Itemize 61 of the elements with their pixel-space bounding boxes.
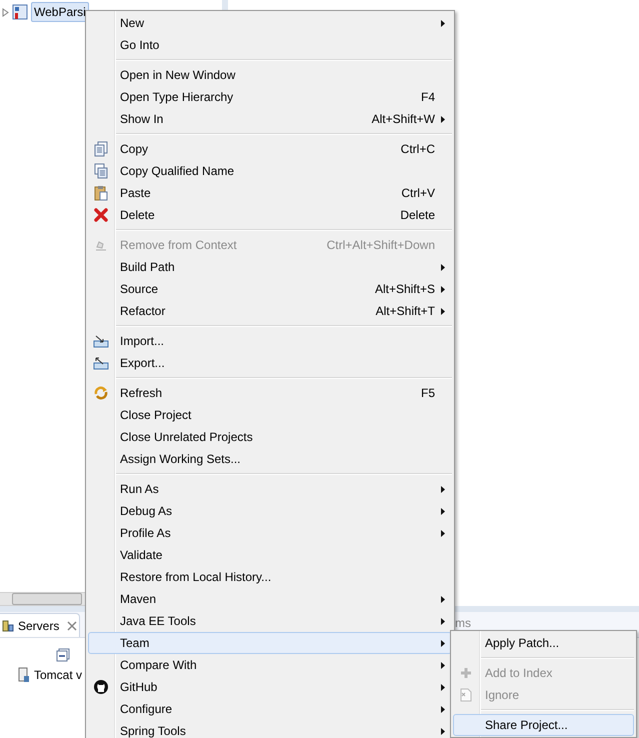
menu-item[interactable]: Close Project [88, 404, 452, 426]
menu-item[interactable]: Share Project... [453, 714, 634, 736]
menu-item[interactable]: Export... [88, 352, 452, 374]
file-icon [460, 688, 472, 702]
menu-item[interactable]: Restore from Local History... [88, 566, 452, 588]
servers-tab[interactable]: Servers [0, 613, 80, 637]
plus-icon [460, 667, 472, 679]
shortcut-label: F4 [420, 89, 435, 106]
menu-item[interactable]: Spring Tools [88, 720, 452, 738]
menu-item[interactable]: Delete Delete [88, 204, 452, 226]
menu-item[interactable]: Run As [88, 478, 452, 500]
project-icon [12, 4, 28, 20]
menu-item[interactable]: Compare With [88, 654, 452, 676]
scrollbar-thumb[interactable] [12, 593, 82, 605]
menu-item[interactable]: Profile As [88, 522, 452, 544]
shortcut-label: Ctrl+C [400, 141, 435, 158]
export-icon [93, 356, 109, 370]
copy-icon [94, 141, 108, 157]
menu-item[interactable]: Open in New Window [88, 64, 452, 86]
menu-item[interactable]: Validate [88, 544, 452, 566]
server-item[interactable]: Tomcat v [34, 666, 82, 684]
shortcut-label: Delete [400, 207, 435, 224]
cat-icon [93, 679, 109, 695]
clipboard-icon [94, 185, 108, 201]
tree-item[interactable]: WebParsi [31, 2, 89, 22]
menu-item[interactable]: Refresh F5 [88, 382, 452, 404]
close-icon[interactable] [67, 620, 78, 630]
menu-item[interactable]: Maven [88, 588, 452, 610]
menu-item[interactable]: GitHub [88, 676, 452, 698]
collapse-all-icon[interactable] [56, 648, 70, 662]
menu-item[interactable]: Apply Patch... [453, 632, 634, 654]
expand-arrow-icon[interactable] [2, 8, 9, 16]
menu-item[interactable]: Configure [88, 698, 452, 720]
menu-item[interactable]: Source Alt+Shift+S [88, 278, 452, 300]
server-icon [18, 667, 30, 683]
menu-item[interactable]: Build Path [88, 256, 452, 278]
shortcut-label: F5 [420, 385, 435, 402]
menu-item[interactable]: Team [88, 632, 452, 654]
delete-icon [94, 208, 108, 222]
menu-item[interactable]: Refactor Alt+Shift+T [88, 300, 452, 322]
menu-item[interactable]: Paste Ctrl+V [88, 182, 452, 204]
menu-item[interactable]: Copy Qualified Name [88, 160, 452, 182]
menu-item[interactable]: Go Into [88, 34, 452, 56]
shortcut-label: Alt+Shift+T [376, 303, 435, 320]
menu-item[interactable]: Copy Ctrl+C [88, 138, 452, 160]
copy-icon [94, 163, 108, 179]
menu-item[interactable]: Debug As [88, 500, 452, 522]
import-icon [93, 334, 109, 348]
menu-item[interactable]: Close Unrelated Projects [88, 426, 452, 448]
menu-item[interactable]: Java EE Tools [88, 610, 452, 632]
shortcut-label: Alt+Shift+S [374, 281, 435, 298]
menu-item[interactable]: Open Type Hierarchy F4 [88, 86, 452, 108]
menu-item[interactable]: Import... [88, 330, 452, 352]
menu-item[interactable]: Show In Alt+Shift+W [88, 108, 452, 130]
shortcut-label: Alt+Shift+W [372, 111, 435, 128]
shortcut-label: Ctrl+Alt+Shift+Down [326, 237, 435, 254]
servers-icon [2, 618, 14, 632]
refresh-icon [93, 385, 109, 401]
shortcut-label: Ctrl+V [401, 185, 435, 202]
menu-item[interactable]: New [88, 12, 452, 34]
menu-item[interactable]: Assign Working Sets... [88, 448, 452, 470]
